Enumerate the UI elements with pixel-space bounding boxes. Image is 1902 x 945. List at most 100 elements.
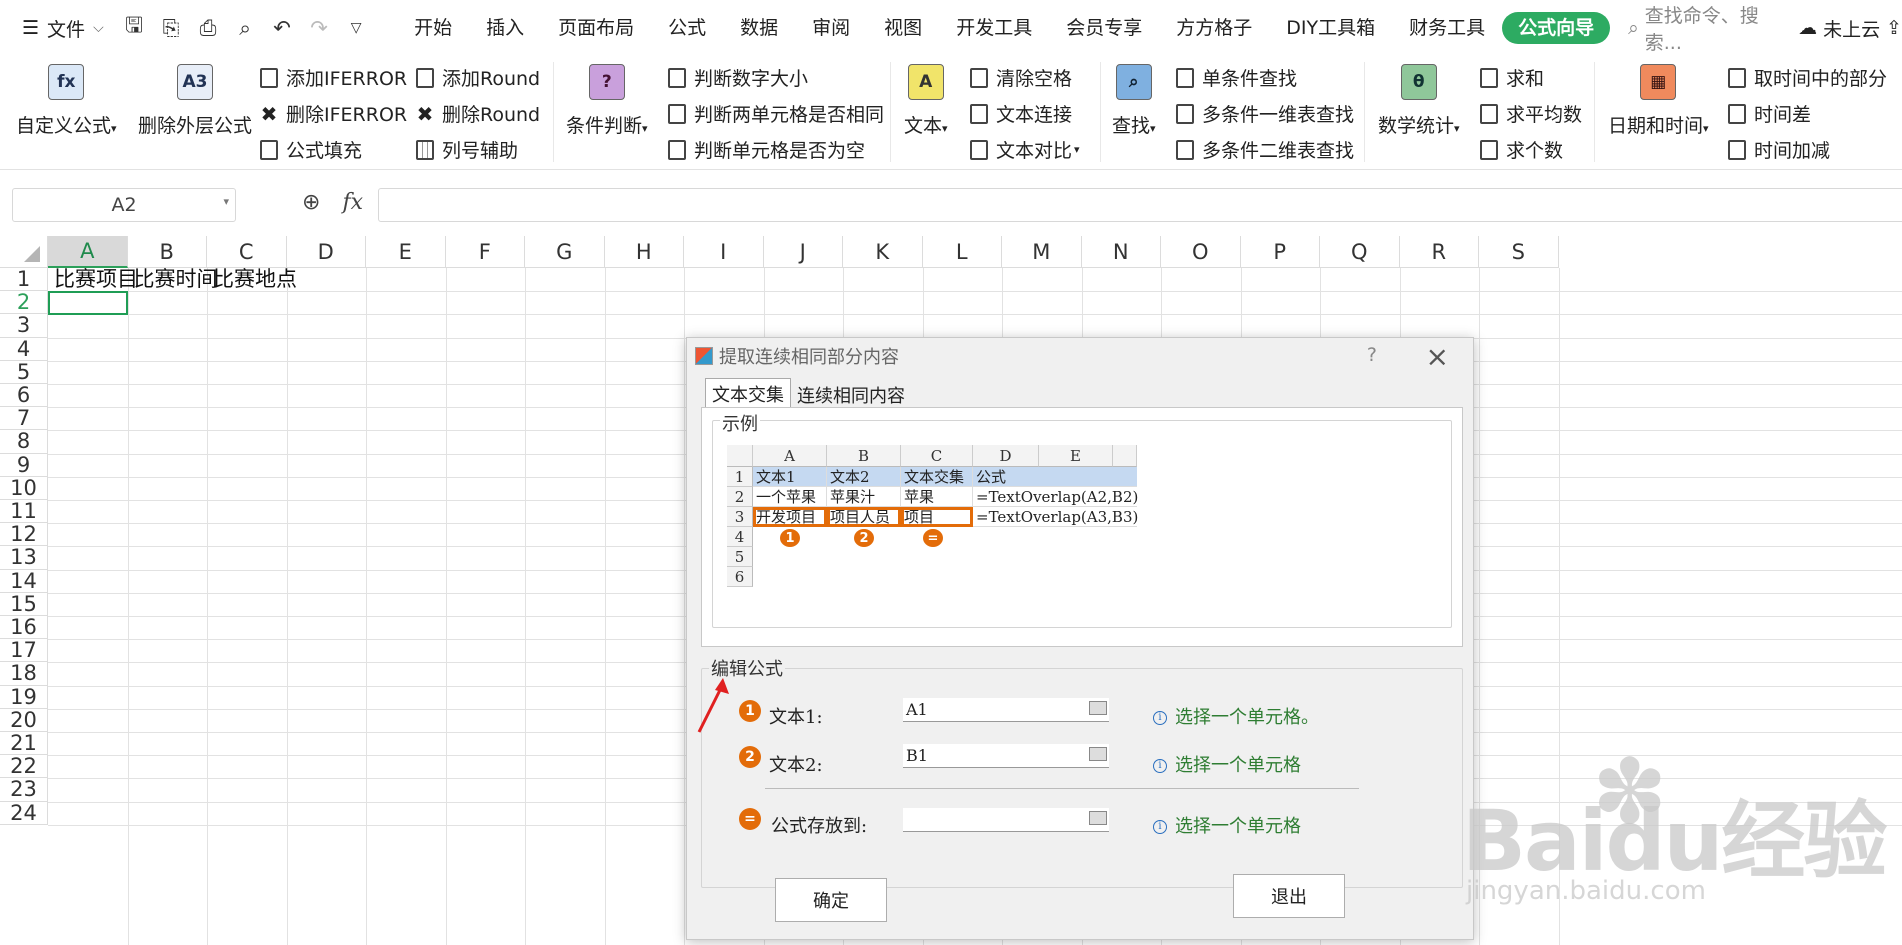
undo-icon[interactable]: ↶ [269,15,295,41]
math-item-2[interactable]: 求个数 [1480,136,1563,163]
row-header-24[interactable]: 24 [0,801,48,825]
date-item-0[interactable]: 取时间中的部分 [1728,64,1887,91]
formula-input[interactable] [378,188,1902,222]
row-header-21[interactable]: 21 [0,731,48,756]
column-header-b[interactable]: B [127,236,207,268]
column-header-k[interactable]: K [843,236,923,268]
row-header-5[interactable]: 5 [0,360,48,384]
column-header-i[interactable]: I [684,236,764,268]
save-icon[interactable]: 🖫 [121,13,147,41]
row-header-11[interactable]: 11 [0,499,48,524]
column-header-h[interactable]: H [604,236,684,268]
row-header-23[interactable]: 23 [0,777,48,802]
col-helper-button[interactable]: 列号辅助 [416,136,518,163]
ribbon-tab[interactable]: 页面布局 [541,12,651,44]
column-header-q[interactable]: Q [1320,236,1400,268]
column-header-r[interactable]: R [1399,236,1479,268]
customize-icon[interactable]: ▽ [343,15,369,41]
ribbon-tab[interactable]: 财务工具 [1392,12,1502,44]
find-item-2[interactable]: 多条件二维表查找 [1176,136,1354,163]
fx-icon[interactable]: fx [342,190,363,215]
text-item-1[interactable]: 文本连接 [970,100,1072,127]
row-header-9[interactable]: 9 [0,453,48,477]
row-header-16[interactable]: 16 [0,615,48,640]
row-header-7[interactable]: 7 [0,406,48,431]
ribbon-tab[interactable]: 插入 [469,12,541,44]
math-item-0[interactable]: 求和 [1480,64,1544,91]
row-header-20[interactable]: 20 [0,708,48,732]
add-iferror-button[interactable]: 添加IFERROR [260,64,407,91]
ribbon-tab[interactable]: 会员专享 [1049,12,1159,44]
date-button[interactable]: ▦ 日期和时间▾ [1608,64,1709,138]
ribbon-tab[interactable]: 方方格子 [1159,12,1269,44]
add-round-button[interactable]: 添加Round [416,64,540,91]
ribbon-tab[interactable]: 开发工具 [939,12,1049,44]
help-button[interactable]: ? [1367,344,1377,366]
cell-a1[interactable]: 比赛项目 [54,267,138,291]
row-header-19[interactable]: 19 [0,685,48,709]
text1-input[interactable]: A1 [903,698,1109,722]
text-item-0[interactable]: 清除空格 [970,64,1072,91]
row-header-6[interactable]: 6 [0,383,48,408]
zoom-icon[interactable]: ⊕ [302,190,320,215]
cond-item-0[interactable]: 判断数字大小 [668,64,808,91]
export-icon[interactable]: ⎘ [158,15,184,41]
find-button[interactable]: ⌕ 查找▾ [1112,64,1156,138]
ok-button[interactable]: 确定 [775,878,887,922]
redo-icon[interactable]: ↷ [306,15,332,41]
row-header-17[interactable]: 17 [0,638,48,663]
store-input[interactable] [903,808,1109,832]
column-header-a[interactable]: A [48,236,128,268]
ribbon-tab[interactable]: 数据 [723,12,795,44]
row-header-18[interactable]: 18 [0,661,48,686]
cell-picker-icon[interactable] [1089,701,1107,715]
row-header-13[interactable]: 13 [0,545,48,570]
row-header-3[interactable]: 3 [0,313,48,338]
row-header-14[interactable]: 14 [0,569,48,593]
column-header-p[interactable]: P [1240,236,1320,268]
exit-button[interactable]: 退出 [1233,874,1345,918]
column-header-f[interactable]: F [445,236,525,268]
column-header-l[interactable]: L [922,236,1002,268]
cond-item-1[interactable]: 判断两单元格是否相同 [668,100,884,127]
row-header-22[interactable]: 22 [0,754,48,779]
print-preview-icon[interactable]: ⌕ [232,15,258,41]
math-button[interactable]: θ 数学统计▾ [1378,64,1460,138]
column-header-j[interactable]: J [763,236,843,268]
text-item-2[interactable]: 文本对比 ▾ [970,136,1080,163]
ribbon-tab[interactable]: DIY工具箱 [1269,12,1392,44]
active-cell[interactable] [48,291,128,316]
date-item-2[interactable]: 时间加减 [1728,136,1830,163]
cond-item-2[interactable]: 判断单元格是否为空 [668,136,865,163]
column-header-g[interactable]: G [525,236,605,268]
formula-fill-button[interactable]: 公式填充 [260,136,362,163]
del-iferror-button[interactable]: ✖ 删除IFERROR [260,100,407,127]
ribbon-tab[interactable]: 公式向导 [1502,12,1611,44]
select-all-corner[interactable] [0,236,48,268]
find-item-1[interactable]: 多条件一维表查找 [1176,100,1354,127]
condition-button[interactable]: ? 条件判断▾ [566,64,648,138]
column-header-c[interactable]: C [207,236,287,268]
name-box[interactable]: A2 ▾ [12,188,236,222]
cell-b1[interactable]: 比赛时间 [134,267,218,291]
column-header-e[interactable]: E [366,236,446,268]
row-header-10[interactable]: 10 [0,476,48,500]
close-icon[interactable]: × [1426,340,1449,373]
del-round-button[interactable]: ✖ 删除Round [416,100,540,127]
row-header-4[interactable]: 4 [0,337,48,361]
ribbon-tab[interactable]: 公式 [651,12,723,44]
date-item-1[interactable]: 时间差 [1728,100,1811,127]
column-header-o[interactable]: O [1161,236,1241,268]
file-menu[interactable]: ☰ 文件 ⌵ [0,15,107,42]
row-header-8[interactable]: 8 [0,429,48,454]
row-header-2[interactable]: 2 [0,290,48,315]
custom-formula-button[interactable]: fx 自定义公式▾ [16,64,117,138]
text2-input[interactable]: B1 [903,744,1109,768]
ribbon-tab[interactable]: 审阅 [795,12,867,44]
row-header-12[interactable]: 12 [0,522,48,547]
remove-outer-formula-button[interactable]: A3 删除外层公式 [138,64,252,138]
tab-continuous-same[interactable]: 连续相同内容 [791,382,911,408]
print-icon[interactable]: ⎙ [195,15,221,41]
row-header-1[interactable]: 1 [0,267,48,292]
ribbon-tab[interactable]: 开始 [397,12,469,44]
